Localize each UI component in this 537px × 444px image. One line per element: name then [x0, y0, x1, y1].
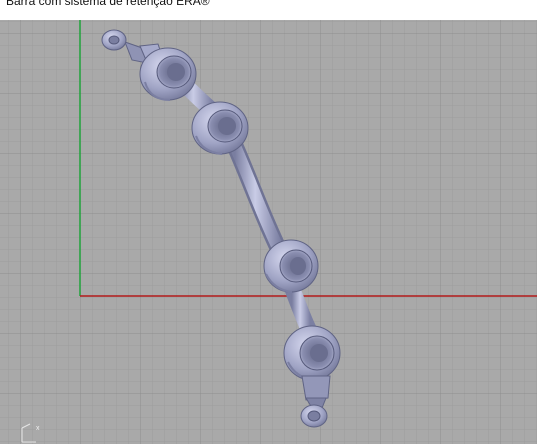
- retention-ball-2: [191, 101, 249, 155]
- retention-ball-4: [283, 325, 341, 381]
- perspective-viewport[interactable]: x: [0, 20, 537, 444]
- viewport-canvas[interactable]: x: [0, 20, 537, 444]
- caption-text: Barra com sistema de retenção ERA®: [6, 0, 210, 8]
- figure-caption: Barra com sistema de retenção ERA®: [0, 0, 537, 20]
- retention-ball-3: [263, 239, 319, 293]
- retention-ball-1: [139, 47, 197, 101]
- axis-triad-x-label: x: [36, 425, 40, 432]
